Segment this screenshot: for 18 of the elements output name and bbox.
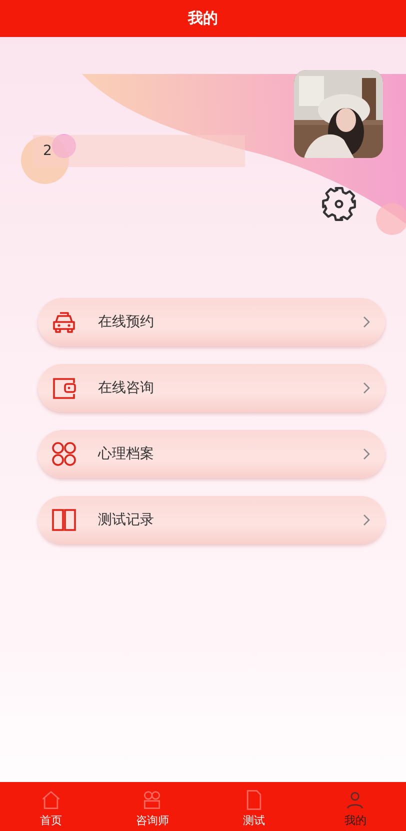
- menu-item[interactable]: 在线预约: [38, 298, 385, 346]
- menu-item[interactable]: 心理档案: [38, 430, 385, 478]
- house-icon: [40, 789, 62, 811]
- chevron-icon: [361, 513, 371, 527]
- tab-button[interactable]: 首页: [0, 782, 102, 831]
- book-icon: [50, 506, 78, 534]
- chevron-icon: [361, 447, 371, 461]
- menu-item[interactable]: 在线咨询: [38, 364, 385, 412]
- tab-button[interactable]: 我的: [304, 782, 406, 831]
- text-field[interactable]: 2: [33, 135, 245, 167]
- tab-button[interactable]: 测试: [203, 782, 304, 831]
- tab-button[interactable]: 咨询师: [102, 782, 203, 831]
- circles-icon: [50, 440, 78, 468]
- settings-icon[interactable]: [320, 185, 358, 223]
- menu-item[interactable]: 测试记录: [38, 496, 385, 544]
- page-title: 我的: [188, 9, 218, 28]
- chevron-icon: [361, 315, 371, 329]
- chevron-icon: [361, 381, 371, 395]
